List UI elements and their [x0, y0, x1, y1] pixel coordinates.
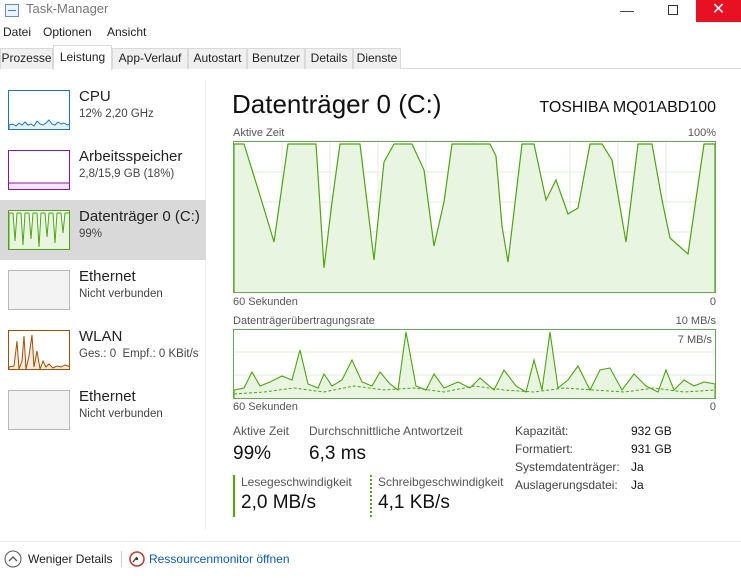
- menu-ansicht[interactable]: Ansicht: [107, 25, 146, 39]
- read-speed-value: 2,0 MB/s: [241, 492, 316, 513]
- sidebar-item-label: WLAN: [79, 328, 123, 345]
- graph2-inner-max-label: 7 MB/s: [677, 334, 712, 346]
- write-speed-label: Schreibgeschwindigkeit: [378, 475, 504, 489]
- tab-benutzer[interactable]: Benutzer: [247, 48, 305, 69]
- active-time-label: Aktive Zeit: [233, 424, 290, 438]
- sidebar-item-cpu[interactable]: CPU 12% 2,20 GHz: [0, 80, 206, 140]
- write-speed-value: 4,1 KB/s: [378, 492, 450, 513]
- tab-dienste[interactable]: Dienste: [353, 48, 401, 69]
- sidebar-item-label: CPU: [79, 88, 111, 105]
- graph2-label: Datenträgerübertragungsrate: [233, 315, 375, 327]
- sidebar-item-subtitle: Nicht verbunden: [79, 408, 163, 420]
- sidebar-item-memory[interactable]: Arbeitsspeicher 2,8/15,9 GB (18%): [0, 140, 206, 200]
- wlan-thumbnail-graph: [8, 330, 70, 370]
- active-time-graph: [233, 141, 716, 293]
- system-disk-value: Ja: [631, 460, 644, 474]
- disk-thumbnail-graph: [8, 210, 70, 250]
- page-title: Datenträger 0 (C:): [232, 89, 442, 119]
- read-speed-label: Lesegeschwindigkeit: [241, 475, 352, 489]
- minimize-button[interactable]: —: [604, 0, 650, 22]
- sidebar-item-ethernet-1[interactable]: Ethernet Nicht verbunden: [0, 260, 206, 320]
- graph2-min-label: 0: [709, 401, 716, 413]
- tab-details[interactable]: Details: [305, 48, 353, 69]
- graph1-min-label: 0: [709, 296, 716, 308]
- cpu-thumbnail-graph: [8, 90, 70, 130]
- response-time-value: 6,3 ms: [309, 443, 367, 464]
- capacity-label: Kapazität:: [515, 424, 569, 438]
- sidebar-item-subtitle: Ges.: 0 Empf.: 0 KBit/s: [79, 348, 199, 360]
- task-manager-icon: [5, 4, 19, 17]
- menu-optionen[interactable]: Optionen: [43, 25, 92, 39]
- ethernet-thumbnail-graph: [8, 270, 70, 310]
- footer-separator: [121, 551, 122, 567]
- window-title: Task-Manager: [26, 1, 109, 16]
- ethernet-thumbnail-graph: [8, 390, 70, 430]
- fewer-details-link[interactable]: Weniger Details: [28, 552, 112, 566]
- capacity-value: 932 GB: [631, 424, 672, 438]
- graph2-time-label: 60 Sekunden: [233, 401, 298, 413]
- graph1-time-label: 60 Sekunden: [233, 296, 298, 308]
- wlan-receive-value: 0 KBit/s: [158, 348, 199, 360]
- maximize-icon: [668, 5, 678, 15]
- response-time-label: Durchschnittliche Antwortzeit: [309, 424, 463, 438]
- formatted-value: 931 GB: [631, 442, 672, 456]
- sidebar-item-label: Datenträger 0 (C:): [79, 208, 200, 225]
- system-disk-label: Systemdatenträger:: [515, 460, 620, 474]
- graph1-max-label: 100%: [687, 127, 716, 139]
- write-speed-marker: [370, 475, 372, 517]
- graph2-max-label: 10 MB/s: [675, 315, 716, 327]
- resource-monitor-icon[interactable]: [129, 551, 145, 567]
- open-resource-monitor-link[interactable]: Ressourcenmonitor öffnen: [149, 552, 290, 566]
- graph1-label: Aktive Zeit: [233, 127, 285, 139]
- chevron-up-icon[interactable]: [4, 550, 22, 568]
- tab-leistung[interactable]: Leistung: [53, 45, 112, 70]
- read-speed-marker: [233, 475, 235, 517]
- page-file-label: Auslagerungsdatei:: [515, 478, 618, 492]
- sidebar-item-label: Ethernet: [79, 268, 136, 285]
- wlan-send-label: Ges.:: [79, 348, 110, 360]
- sidebar-item-subtitle: 2,8/15,9 GB (18%): [79, 168, 175, 180]
- disk-model: TOSHIBA MQ01ABD100: [539, 99, 716, 116]
- tab-autostart[interactable]: Autostart: [188, 48, 247, 69]
- sidebar-item-ethernet-2[interactable]: Ethernet Nicht verbunden: [0, 380, 206, 440]
- footer-divider: [0, 541, 741, 542]
- tab-bar: Prozesse Leistung App-Verlauf Autostart …: [0, 45, 741, 70]
- sidebar-item-label: Ethernet: [79, 388, 136, 405]
- sidebar-item-disk-0[interactable]: Datenträger 0 (C:) 99%: [0, 200, 206, 260]
- maximize-button[interactable]: [650, 0, 696, 22]
- page-file-value: Ja: [631, 478, 644, 492]
- tab-app-verlauf[interactable]: App-Verlauf: [112, 48, 188, 69]
- sidebar-item-subtitle: 99%: [79, 228, 103, 240]
- title-bar: Task-Manager — ✕: [0, 0, 741, 22]
- sidebar-item-wlan[interactable]: WLAN Ges.: 0 Empf.: 0 KBit/s: [0, 320, 206, 380]
- sidebar-item-subtitle: 12% 2,20 GHz: [79, 108, 154, 120]
- wlan-receive-label: Empf.:: [116, 348, 159, 360]
- memory-thumbnail-graph: [8, 150, 70, 190]
- tab-prozesse[interactable]: Prozesse: [0, 48, 53, 69]
- active-time-value: 99%: [233, 443, 272, 464]
- sidebar-item-label: Arbeitsspeicher: [79, 148, 183, 165]
- formatted-label: Formatiert:: [515, 442, 574, 456]
- performance-sidebar: CPU 12% 2,20 GHz Arbeitsspeicher 2,8/15,…: [0, 80, 206, 530]
- menu-datei[interactable]: Datei: [3, 25, 31, 39]
- close-button[interactable]: ✕: [696, 0, 741, 22]
- menu-bar: Datei Optionen Ansicht: [0, 23, 741, 41]
- sidebar-item-subtitle: Nicht verbunden: [79, 288, 163, 300]
